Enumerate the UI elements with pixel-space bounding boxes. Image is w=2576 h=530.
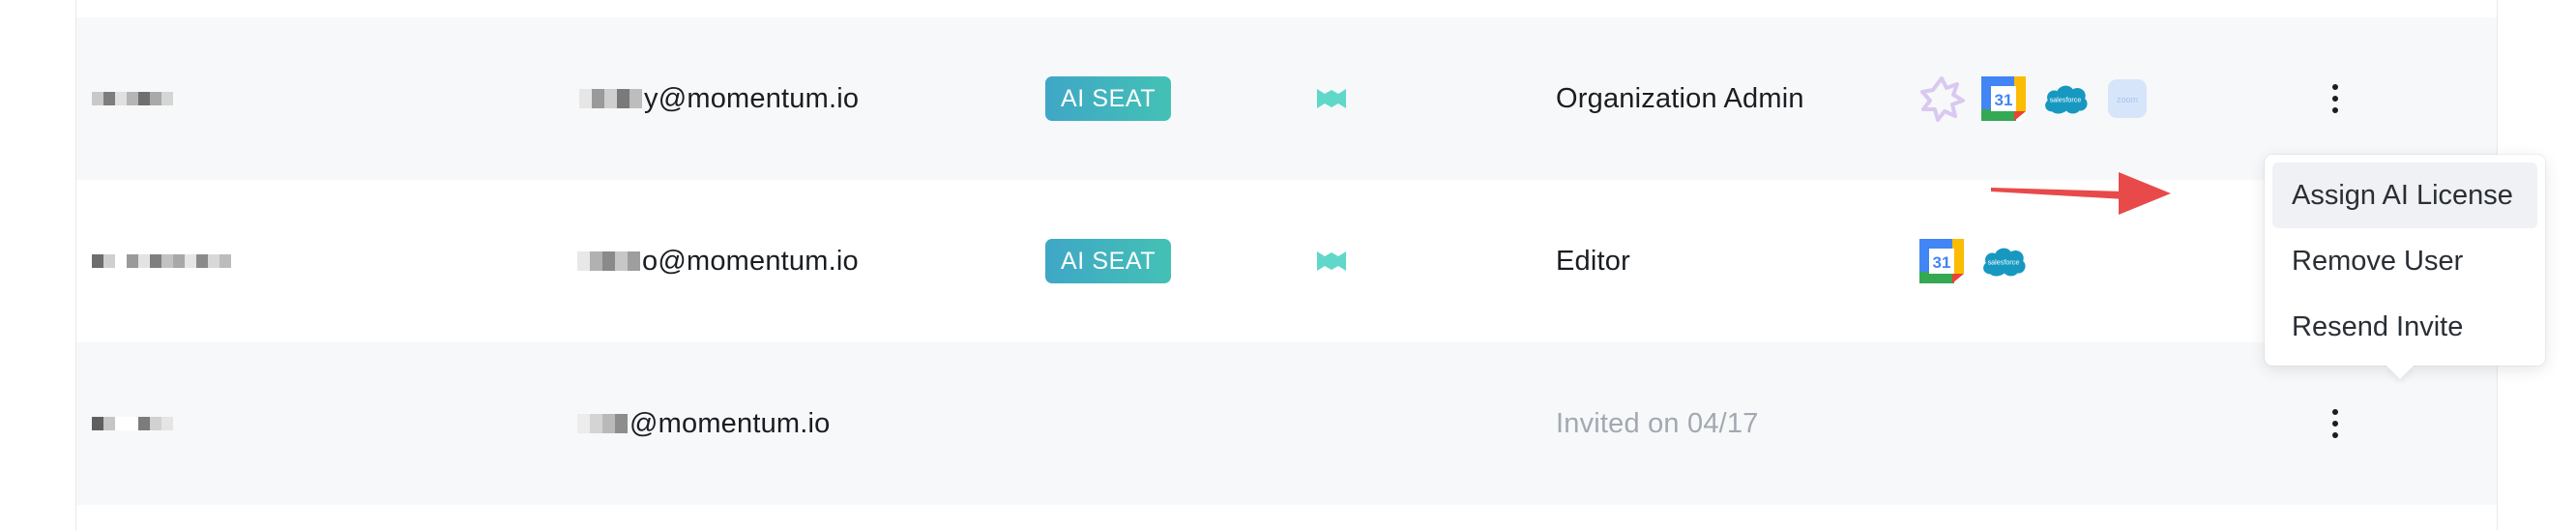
email-text: o@momentum.io: [642, 245, 859, 277]
menu-item-resend-invite[interactable]: Resend Invite: [2272, 294, 2537, 360]
row-actions-menu: Assign AI License Remove User Resend Inv…: [2265, 155, 2545, 380]
calendar-day: 31: [1995, 91, 2013, 109]
row-actions: [2316, 342, 2355, 505]
user-name-redacted: [92, 17, 173, 180]
user-name-redacted: [92, 180, 231, 342]
kebab-menu-icon[interactable]: [2316, 79, 2355, 118]
salesforce-label: salesforce: [1988, 257, 2020, 266]
ai-seat-badge-label: AI SEAT: [1045, 239, 1172, 283]
kebab-menu-icon[interactable]: [2316, 404, 2355, 443]
arrow-annotation-icon: [1991, 172, 2171, 215]
integrations: 31 salesforce zoom: [1917, 17, 2152, 180]
user-role: Organization Admin: [1556, 82, 1804, 114]
ai-seat-badge-label: AI SEAT: [1045, 76, 1172, 121]
google-calendar-icon: 31: [1979, 74, 2028, 123]
momentum-logo-icon: [1316, 17, 1347, 180]
menu-item-remove-user[interactable]: Remove User: [2272, 228, 2537, 294]
ai-seat-badge: AI SEAT: [1045, 17, 1172, 180]
user-name-redacted: [92, 342, 173, 505]
user-role: Editor: [1556, 245, 1630, 277]
menu-item-assign-ai-license[interactable]: Assign AI License: [2272, 162, 2537, 228]
users-table: y@momentum.io AI SEAT Organization Admin: [75, 0, 2545, 530]
google-calendar-icon: 31: [1917, 237, 1966, 285]
zoom-label: zoom: [2117, 95, 2138, 104]
user-email: o@momentum.io: [577, 180, 859, 342]
gong-icon: [1917, 74, 1966, 123]
salesforce-icon: salesforce: [1979, 237, 2028, 285]
email-text: y@momentum.io: [644, 82, 860, 114]
table-row: y@momentum.io AI SEAT Organization Admin: [76, 17, 2497, 180]
user-email: @momentum.io: [577, 342, 831, 505]
salesforce-icon: salesforce: [2041, 74, 2090, 123]
email-text: @momentum.io: [629, 407, 831, 439]
ai-seat-badge: AI SEAT: [1045, 180, 1172, 342]
invite-status: Invited on 04/17: [1556, 407, 1759, 439]
momentum-logo-icon: [1316, 180, 1347, 342]
calendar-day: 31: [1933, 253, 1951, 272]
zoom-icon: zoom: [2103, 74, 2152, 123]
salesforce-label: salesforce: [2050, 95, 2082, 103]
table-row: @momentum.io Invited on 04/17: [76, 342, 2497, 505]
user-email: y@momentum.io: [579, 17, 859, 180]
